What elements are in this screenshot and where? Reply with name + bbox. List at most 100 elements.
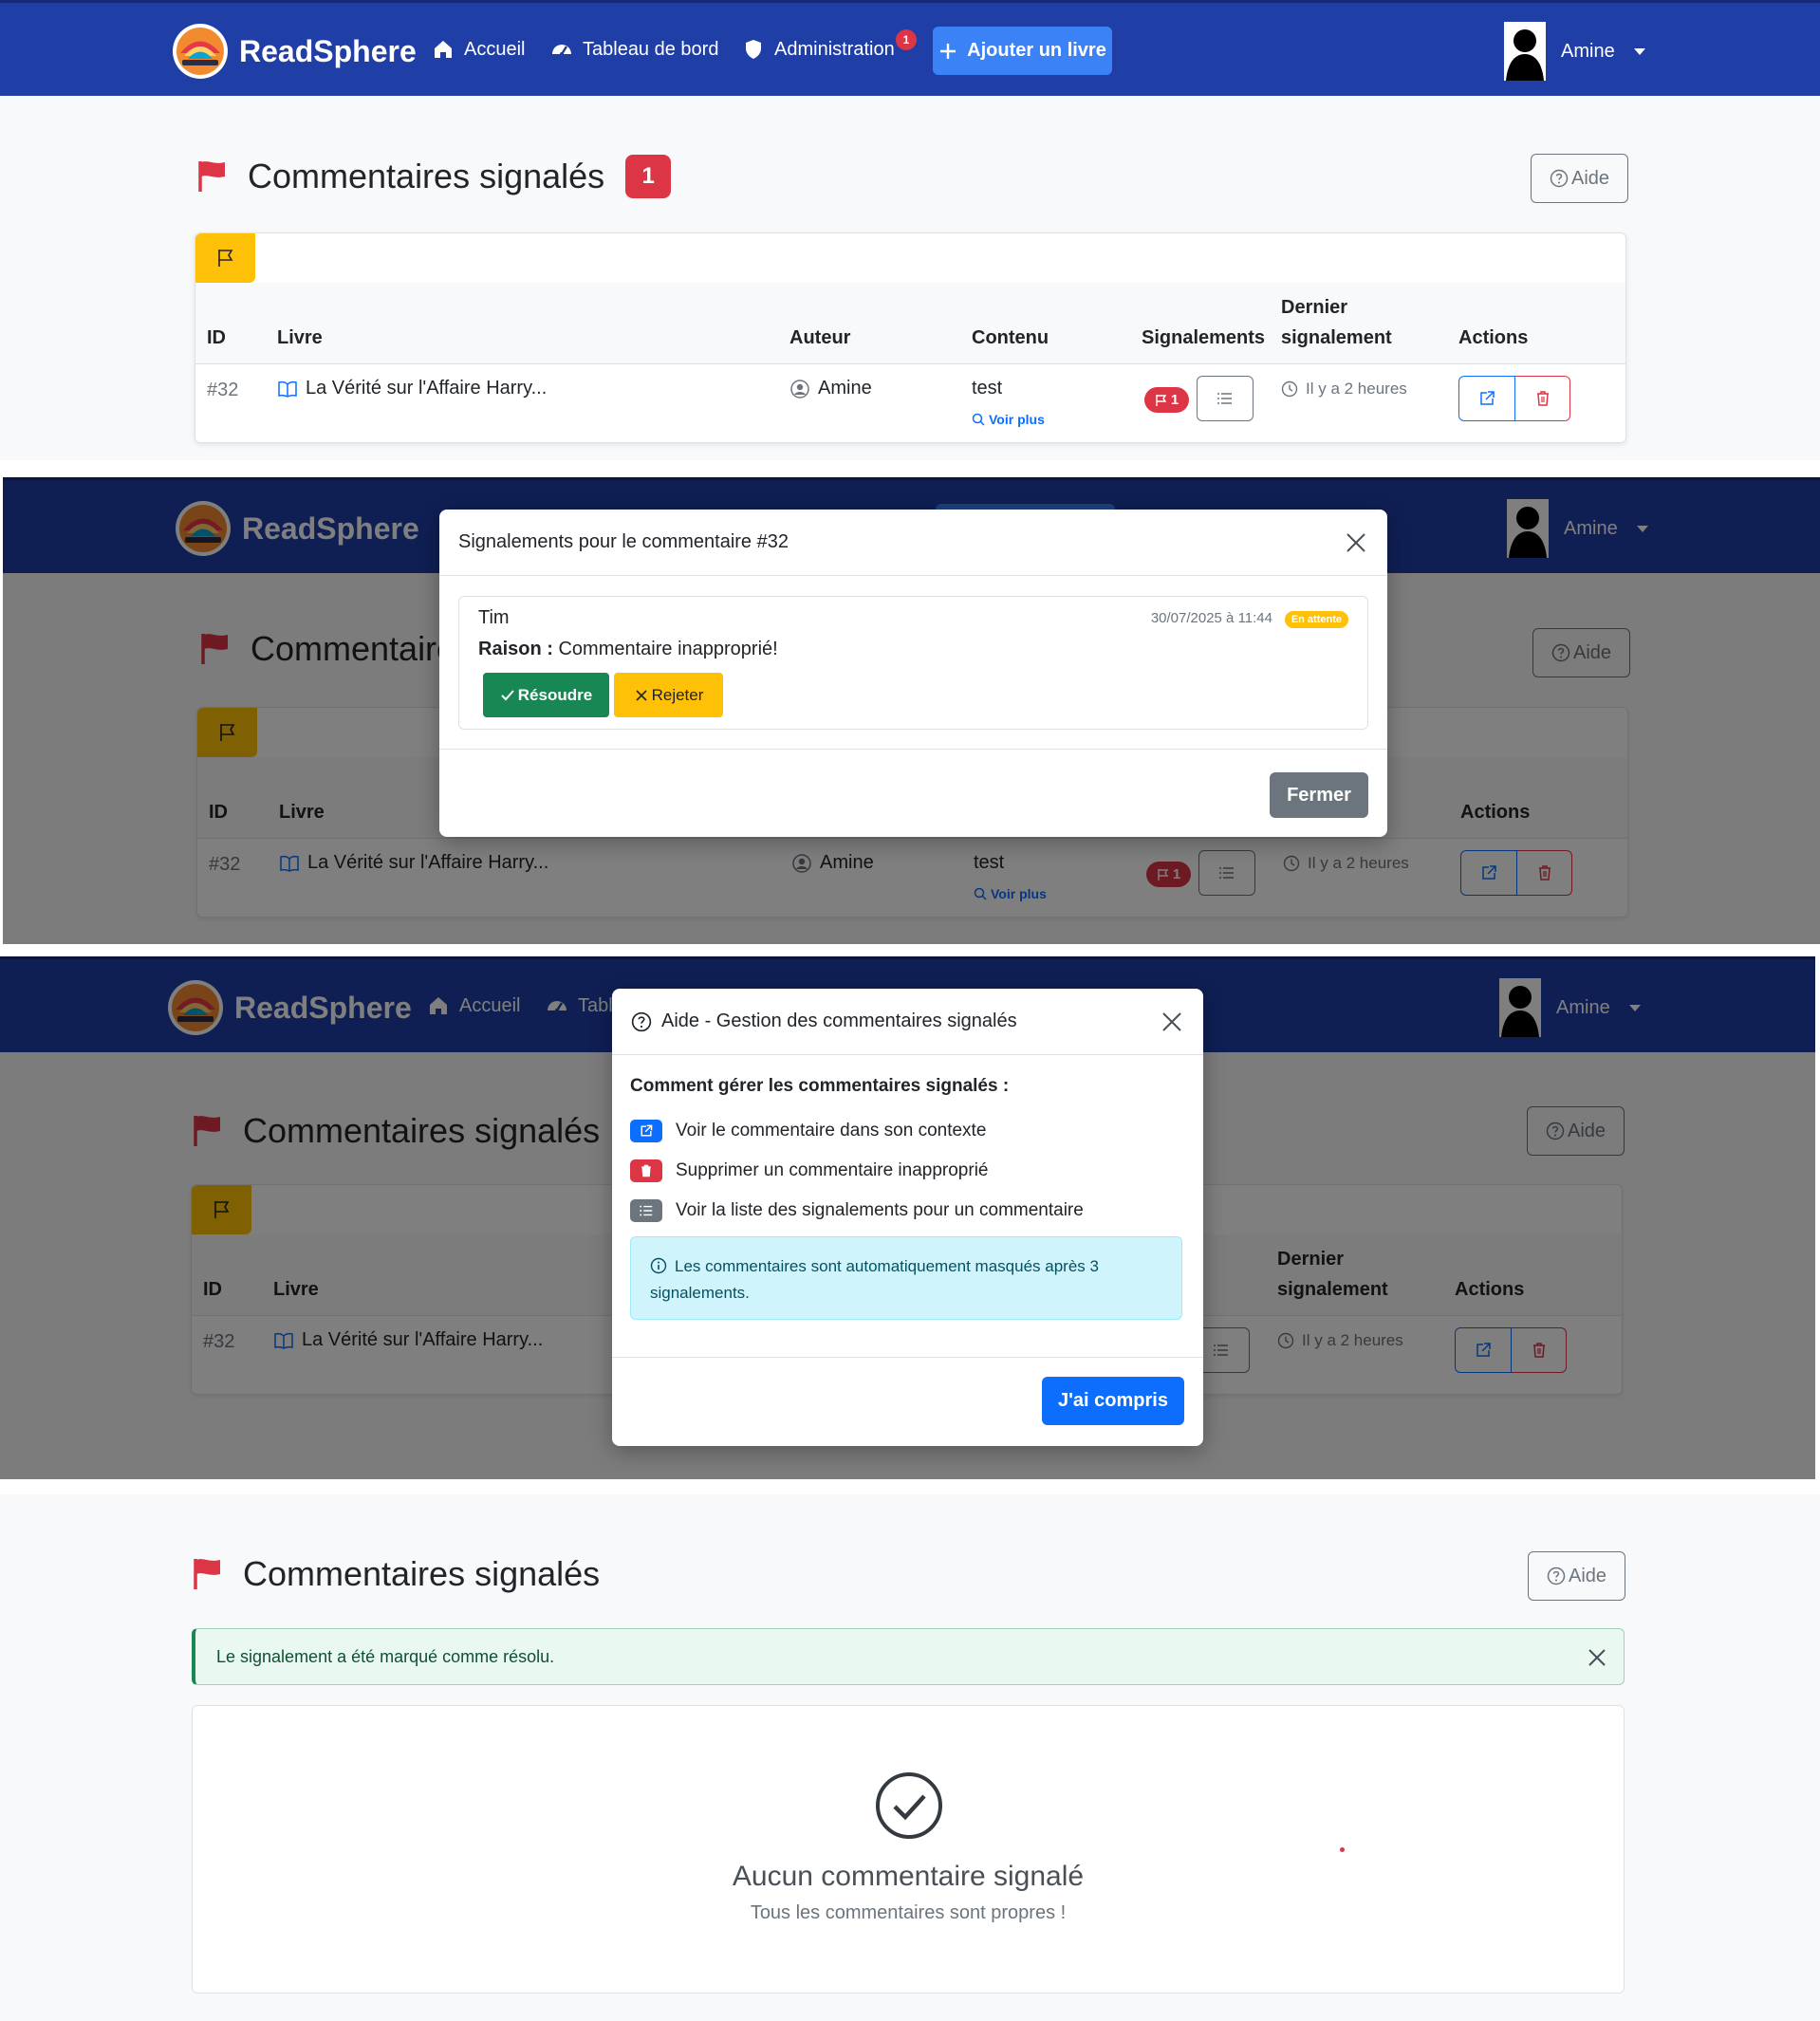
info-alert: Les commentaires sont automatiquement ma… bbox=[630, 1236, 1182, 1320]
question-circle-icon bbox=[631, 1011, 652, 1032]
resolve-button[interactable]: Résoudre bbox=[483, 673, 609, 717]
col-content: Contenu bbox=[972, 327, 1049, 348]
shield-icon bbox=[742, 38, 765, 61]
screen-help-modal: ReadSphere Accueil Tableau de bord Amine… bbox=[0, 956, 1815, 1479]
close-button[interactable]: Fermer bbox=[1270, 772, 1368, 818]
reported-count-badge: 1 bbox=[625, 155, 672, 198]
nav-dashboard-label: Tableau de bord bbox=[583, 38, 719, 60]
modal-title: Aide - Gestion des commentaires signalés bbox=[661, 1010, 1017, 1031]
understood-button[interactable]: J'ai compris bbox=[1042, 1377, 1184, 1425]
flag-small-icon bbox=[1155, 394, 1168, 407]
page-heading: Commentaires signalés 1 bbox=[196, 155, 672, 198]
screen-empty-state: Commentaires signalés Aide Le signalemen… bbox=[0, 1494, 1820, 2021]
report-count: 1 bbox=[1170, 392, 1179, 408]
help-item-list-label: Voir la liste des signalements pour un c… bbox=[676, 1200, 1084, 1220]
reject-button[interactable]: Rejeter bbox=[614, 673, 723, 717]
status-badge: En attente bbox=[1284, 611, 1348, 628]
zoom-icon bbox=[972, 413, 985, 426]
person-circle-icon bbox=[789, 379, 810, 399]
add-book-label: Ajouter un livre bbox=[967, 40, 1106, 61]
report-count-badge: 1 bbox=[1144, 387, 1189, 413]
close-icon[interactable] bbox=[1586, 1646, 1608, 1669]
reject-label: Rejeter bbox=[651, 685, 704, 704]
brand-name: ReadSphere bbox=[239, 33, 417, 68]
clock-icon bbox=[1281, 380, 1298, 398]
trash-icon bbox=[630, 1159, 662, 1182]
last-report-label: Il y a 2 heures bbox=[1306, 380, 1407, 398]
question-circle-icon bbox=[1547, 1567, 1566, 1585]
list-icon bbox=[1216, 390, 1234, 407]
flag-icon bbox=[196, 159, 227, 194]
info-text: Les commentaires sont automatiquement ma… bbox=[650, 1257, 1099, 1302]
help-heading: Comment gérer les commentaires signalés … bbox=[630, 1076, 1010, 1096]
plus-icon bbox=[938, 42, 957, 61]
admin-notification-badge: 1 bbox=[896, 29, 917, 50]
modal-title: Signalements pour le commentaire #32 bbox=[458, 531, 789, 552]
cursor-dot bbox=[1340, 1847, 1345, 1852]
col-last-report-line1: Dernier bbox=[1281, 297, 1348, 318]
modal-footer: Fermer bbox=[439, 749, 1387, 837]
book-icon bbox=[277, 379, 298, 399]
nav-admin[interactable]: Administration bbox=[742, 38, 895, 61]
help-item-view-label: Voir le commentaire dans son contexte bbox=[676, 1121, 987, 1140]
speedometer-icon bbox=[550, 38, 573, 61]
trash-icon bbox=[1533, 389, 1552, 408]
empty-state-card: Aucun commentaire signalé Tous les comme… bbox=[192, 1705, 1625, 1993]
col-last-report-line2: signalement bbox=[1281, 327, 1392, 348]
modal-header: Aide - Gestion des commentaires signalés bbox=[612, 989, 1203, 1055]
close-icon[interactable] bbox=[1344, 530, 1368, 555]
screen-reported-list: ReadSphere Accueil Tableau de bord Admin… bbox=[0, 0, 1820, 460]
see-more-label: Voir plus bbox=[989, 412, 1045, 427]
table-header: ID Livre Auteur Contenu Signalements Der… bbox=[195, 283, 1625, 364]
page-title: Commentaires signalés bbox=[248, 157, 605, 195]
nav-admin-label: Administration bbox=[774, 38, 895, 60]
help-item-delete: Supprimer un commentaire inapproprié bbox=[630, 1159, 989, 1182]
table-row: #32 La Vérité sur l'Affaire Harry... Ami… bbox=[195, 364, 1625, 443]
help-item-list: Voir la liste des signalements pour un c… bbox=[630, 1199, 1084, 1222]
help-button[interactable]: Aide bbox=[1528, 1551, 1625, 1601]
external-link-icon bbox=[1477, 389, 1496, 408]
col-id: ID bbox=[207, 327, 226, 348]
row-book-title: La Vérité sur l'Affaire Harry... bbox=[306, 378, 548, 399]
view-reports-button[interactable] bbox=[1197, 376, 1254, 421]
help-button-label: Aide bbox=[1568, 1565, 1607, 1586]
reported-comments-card: ID Livre Auteur Contenu Signalements Der… bbox=[195, 232, 1626, 443]
home-icon bbox=[432, 38, 455, 61]
empty-subtitle: Tous les commentaires sont propres ! bbox=[750, 1902, 1067, 1923]
resolve-label: Résoudre bbox=[517, 685, 593, 704]
screen-reports-modal: ReadSphere Amine Commentaires signalés A… bbox=[3, 477, 1820, 944]
col-actions: Actions bbox=[1458, 327, 1529, 348]
nav-home-label: Accueil bbox=[464, 38, 526, 60]
col-book: Livre bbox=[277, 327, 323, 348]
success-alert-text: Le signalement a été marqué comme résolu… bbox=[216, 1646, 555, 1666]
col-author: Auteur bbox=[789, 327, 851, 348]
flag-icon bbox=[192, 1557, 222, 1591]
nav-dashboard[interactable]: Tableau de bord bbox=[550, 38, 718, 61]
report-reason: Raison : Commentaire inapproprié! bbox=[478, 639, 778, 660]
modal-header: Signalements pour le commentaire #32 bbox=[439, 510, 1387, 576]
x-icon bbox=[634, 688, 649, 703]
logo-icon bbox=[171, 22, 230, 81]
flag-tab bbox=[195, 233, 255, 283]
list-icon bbox=[630, 1199, 662, 1222]
modal-footer: J'ai compris bbox=[612, 1357, 1203, 1446]
see-more-link[interactable]: Voir plus bbox=[972, 412, 1045, 427]
external-link-icon bbox=[630, 1120, 662, 1142]
row-author-name: Amine bbox=[818, 378, 872, 399]
last-report-time: Il y a 2 heures bbox=[1281, 380, 1407, 399]
delete-comment-button[interactable] bbox=[1515, 376, 1570, 421]
user-menu[interactable]: Amine bbox=[1504, 22, 1645, 81]
view-comment-button[interactable] bbox=[1458, 376, 1515, 421]
close-icon[interactable] bbox=[1160, 1010, 1184, 1034]
help-modal: Aide - Gestion des commentaires signalés… bbox=[612, 989, 1203, 1446]
report-date: 30/07/2025 à 11:44 bbox=[1150, 610, 1272, 626]
help-item-delete-label: Supprimer un commentaire inapproprié bbox=[676, 1160, 989, 1180]
brand[interactable]: ReadSphere bbox=[171, 22, 417, 81]
reporter-name: Tim bbox=[478, 607, 510, 628]
row-book[interactable]: La Vérité sur l'Affaire Harry... bbox=[277, 378, 547, 399]
help-button[interactable]: Aide bbox=[1531, 154, 1628, 203]
row-id: #32 bbox=[207, 380, 239, 400]
page-title: Commentaires signalés bbox=[243, 1554, 601, 1593]
nav-home[interactable]: Accueil bbox=[432, 38, 525, 61]
add-book-button[interactable]: Ajouter un livre bbox=[933, 27, 1112, 75]
